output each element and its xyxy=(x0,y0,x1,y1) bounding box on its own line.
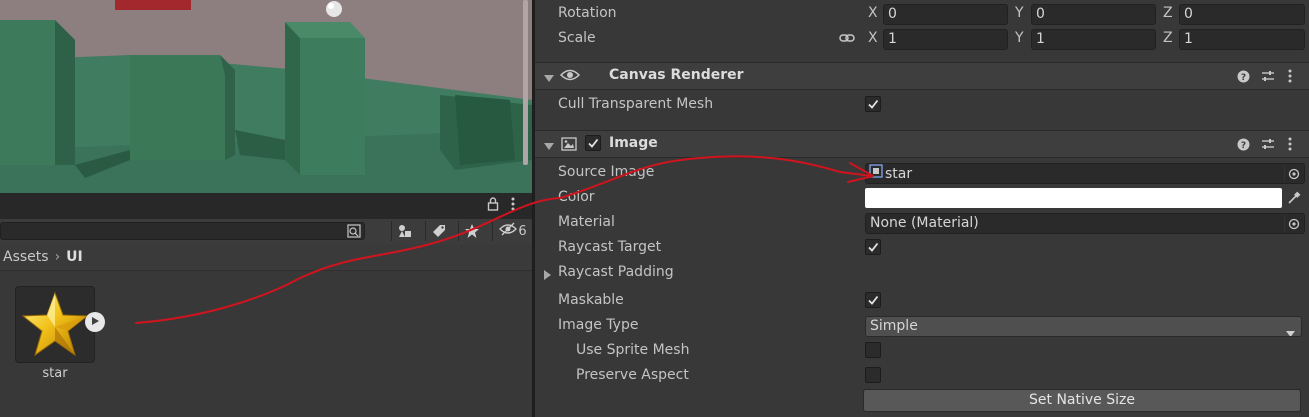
raycast-padding-row[interactable]: Raycast Padding xyxy=(535,261,1309,286)
use-sprite-mesh-checkbox[interactable] xyxy=(865,342,881,358)
help-icon[interactable]: ? xyxy=(1235,68,1251,84)
sprite-icon xyxy=(869,164,883,183)
filter-by-type-icon[interactable] xyxy=(391,221,418,241)
rotation-row: Rotation X 0 Y 0 Z 0 xyxy=(535,2,1309,27)
color-row: Color xyxy=(535,186,1309,211)
scale-z-field[interactable]: 1 xyxy=(1179,29,1305,50)
raycast-target-row: Raycast Target xyxy=(535,236,1309,261)
dropdown-arrow-icon xyxy=(1286,324,1295,336)
preserve-aspect-row: Preserve Aspect xyxy=(535,364,1309,389)
breadcrumb-item-ui[interactable]: UI xyxy=(66,249,83,265)
raycast-target-checkbox[interactable] xyxy=(865,239,881,255)
expand-sprite-button[interactable] xyxy=(85,312,105,332)
material-value: None (Material) xyxy=(870,215,979,231)
project-toolbar: 6 xyxy=(0,219,532,245)
raycast-target-label: Raycast Target xyxy=(558,239,662,255)
rotation-z-field[interactable]: 0 xyxy=(1179,4,1305,25)
canvas-renderer-header[interactable]: Canvas Renderer ? xyxy=(535,62,1309,90)
rotation-label: Rotation xyxy=(558,5,617,21)
axis-y-label: Y xyxy=(1015,30,1024,46)
color-swatch[interactable] xyxy=(865,188,1282,208)
axis-z-label: Z xyxy=(1163,5,1173,21)
use-sprite-mesh-row: Use Sprite Mesh xyxy=(535,339,1309,364)
asset-label: star xyxy=(42,366,68,381)
fold-arrow-right-icon[interactable] xyxy=(544,268,551,284)
preserve-aspect-label: Preserve Aspect xyxy=(576,367,689,383)
play-triangle-icon xyxy=(90,314,100,330)
preserve-aspect-checkbox[interactable] xyxy=(865,367,881,383)
source-image-field[interactable]: star xyxy=(865,163,1305,184)
object-picker-icon[interactable] xyxy=(1284,215,1303,232)
fold-arrow-icon[interactable] xyxy=(544,139,554,155)
image-enabled-checkbox[interactable] xyxy=(585,135,601,151)
scale-label: Scale xyxy=(558,30,596,46)
use-sprite-mesh-label: Use Sprite Mesh xyxy=(576,342,690,358)
scene-view[interactable] xyxy=(0,0,532,193)
breadcrumb: Assets › UI xyxy=(0,244,532,271)
raycast-padding-label: Raycast Padding xyxy=(558,264,674,280)
scale-x-field[interactable]: 1 xyxy=(883,29,1008,50)
presets-icon[interactable] xyxy=(1260,68,1276,84)
breadcrumb-item-assets[interactable]: Assets xyxy=(3,249,49,265)
hidden-packages-toggle[interactable]: 6 xyxy=(492,221,533,241)
image-type-value: Simple xyxy=(870,318,918,334)
project-tab-bar xyxy=(0,193,532,220)
source-image-label: Source Image xyxy=(558,164,655,180)
help-icon[interactable]: ? xyxy=(1235,136,1251,152)
link-icon[interactable] xyxy=(839,31,855,49)
eye-slash-icon xyxy=(499,222,518,240)
scale-row: Scale X 1 Y 1 Z 1 xyxy=(535,27,1309,52)
component-title: Canvas Renderer xyxy=(609,67,744,83)
source-image-value: star xyxy=(885,166,913,182)
axis-z-label: Z xyxy=(1163,30,1173,46)
kebab-menu-icon[interactable] xyxy=(510,196,516,216)
presets-icon[interactable] xyxy=(1260,136,1276,152)
cull-transparent-mesh-checkbox[interactable] xyxy=(865,96,881,112)
material-field[interactable]: None (Material) xyxy=(865,213,1305,234)
favorites-star-icon[interactable] xyxy=(458,221,485,241)
fold-arrow-icon[interactable] xyxy=(544,71,554,87)
search-by-type-icon[interactable] xyxy=(346,223,362,243)
maskable-label: Maskable xyxy=(558,292,624,308)
cull-transparent-mesh-label: Cull Transparent Mesh xyxy=(558,96,714,112)
chevron-right-icon: › xyxy=(54,249,61,265)
axis-x-label: X xyxy=(868,30,878,46)
filter-by-label-icon[interactable] xyxy=(425,221,452,241)
kebab-menu-icon[interactable] xyxy=(1282,136,1298,152)
eyedropper-icon[interactable] xyxy=(1287,191,1301,209)
set-native-size-button[interactable]: Set Native Size xyxy=(863,389,1301,412)
color-label: Color xyxy=(558,189,595,205)
inspector-panel: Rotation X 0 Y 0 Z 0 Scale X 1 Y 1 Z 1 C… xyxy=(535,0,1309,417)
scene-geometry xyxy=(0,0,532,193)
hidden-packages-count: 6 xyxy=(518,223,527,239)
image-type-row: Image Type Simple xyxy=(535,314,1309,339)
object-picker-icon[interactable] xyxy=(1284,165,1303,182)
material-row: Material None (Material) xyxy=(535,211,1309,236)
image-component-icon xyxy=(561,136,577,156)
project-panel: 6 Assets › UI star xyxy=(0,193,532,417)
scale-y-field[interactable]: 1 xyxy=(1031,29,1156,50)
lock-icon[interactable] xyxy=(487,197,499,215)
svg-text:?: ? xyxy=(1240,73,1245,83)
cull-transparent-mesh-row: Cull Transparent Mesh xyxy=(535,93,1309,118)
source-image-row: Source Image star xyxy=(535,161,1309,186)
image-component-header[interactable]: Image ? xyxy=(535,130,1309,158)
rotation-x-field[interactable]: 0 xyxy=(883,4,1008,25)
component-title: Image xyxy=(609,135,658,151)
maskable-row: Maskable xyxy=(535,289,1309,314)
image-type-dropdown[interactable]: Simple xyxy=(865,316,1302,337)
rotation-y-field[interactable]: 0 xyxy=(1031,4,1156,25)
star-sprite-icon xyxy=(21,291,89,361)
kebab-menu-icon[interactable] xyxy=(1282,68,1298,84)
svg-text:?: ? xyxy=(1240,141,1245,151)
axis-y-label: Y xyxy=(1015,5,1024,21)
maskable-checkbox[interactable] xyxy=(865,292,881,308)
eye-icon xyxy=(559,68,581,86)
axis-x-label: X xyxy=(868,5,878,21)
search-input[interactable] xyxy=(0,222,365,240)
image-type-label: Image Type xyxy=(558,317,639,333)
asset-tile-star[interactable] xyxy=(15,286,95,363)
material-label: Material xyxy=(558,214,615,230)
